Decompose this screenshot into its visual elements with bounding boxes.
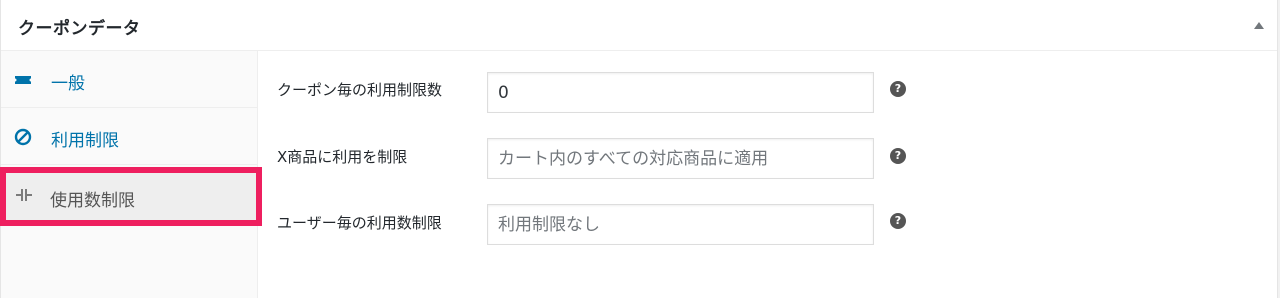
tab-usage-restriction[interactable]: 利用制限 (1, 108, 257, 165)
help-icon[interactable]: ? (890, 81, 906, 97)
help-icon[interactable]: ? (890, 213, 906, 229)
coupon-tabs-sidebar: 一般 利用制限 使用数制限 (0, 51, 262, 298)
usage-limit-per-coupon-input[interactable] (487, 72, 874, 113)
usage-limit-per-user-input[interactable] (487, 204, 874, 245)
limit-arrows-icon (16, 189, 32, 201)
panel-title: クーポンデータ (18, 19, 141, 39)
tab-label-usage-restriction: 利用制限 (51, 131, 119, 151)
collapse-toggle-icon[interactable] (1254, 22, 1264, 29)
help-icon[interactable]: ? (890, 148, 906, 164)
tab-label-usage-limits: 使用数制限 (50, 191, 135, 211)
coupon-data-panel: クーポンデータ 一般 利用制限 使用数制限 クーポン毎の利用制限数 0 ? X商… (0, 0, 1278, 298)
usage-limit-per-coupon-label: クーポン毎の利用制限数 (277, 81, 443, 99)
restricted-circle-icon (14, 128, 32, 146)
tab-label-general: 一般 (51, 74, 85, 94)
ticket-icon (15, 76, 31, 84)
tab-usage-limits[interactable]: 使用数制限 (0, 167, 262, 226)
limit-usage-to-x-items-input[interactable] (487, 138, 874, 179)
usage-limit-per-user-label: ユーザー毎の利用数制限 (277, 214, 442, 232)
tab-general[interactable]: 一般 (1, 51, 257, 108)
limit-usage-to-x-items-label: X商品に利用を制限 (277, 148, 408, 166)
panel-header: クーポンデータ (1, 0, 1277, 51)
